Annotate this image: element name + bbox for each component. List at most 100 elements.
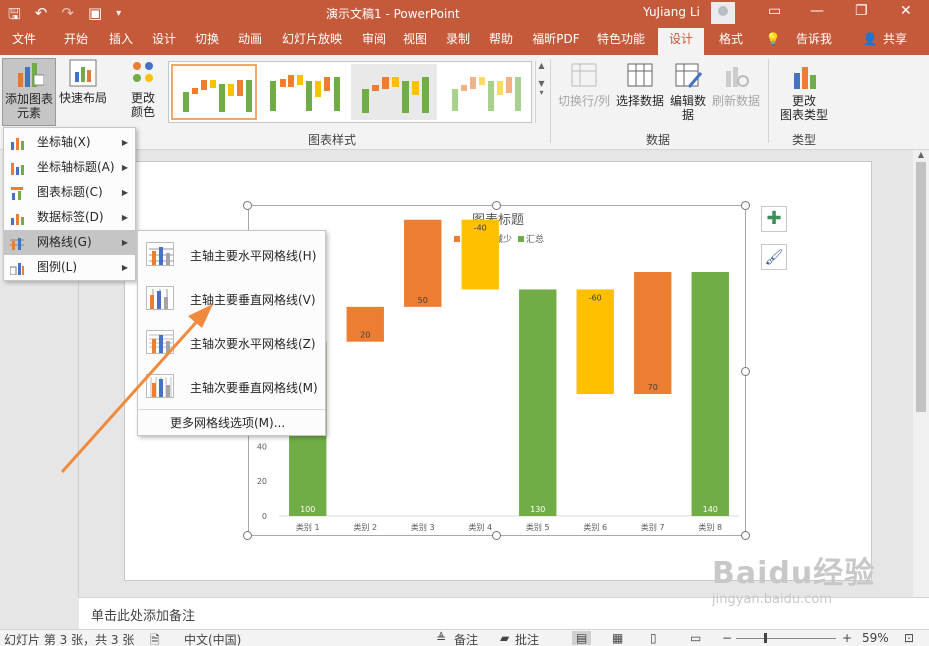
notes-toggle[interactable]: 备注 xyxy=(454,631,478,646)
primary-major-vertical-gridlines[interactable]: 主轴主要垂直网格线(V) xyxy=(138,276,325,320)
zoom-slider-thumb[interactable] xyxy=(764,633,767,643)
chart-styles-brush-icon[interactable]: 🖌 xyxy=(761,244,787,270)
status-bar: 幻灯片 第 3 张，共 3 张 🗎 中文(中国) ≜ 备注 ▰ 批注 ▤ ▦ ▯… xyxy=(0,629,929,646)
primary-minor-horizontal-gridlines[interactable]: 主轴次要水平网格线(Z) xyxy=(138,320,325,364)
fit-to-window-icon[interactable]: ⊡ xyxy=(904,631,914,645)
tab-design[interactable]: 设计 xyxy=(144,28,184,55)
resize-handle[interactable] xyxy=(741,367,750,376)
menu-item-axis-titles[interactable]: 坐标轴标题(A) ▶ xyxy=(4,155,135,180)
tab-animations[interactable]: 动画 xyxy=(230,28,270,55)
tab-slideshow[interactable]: 幻灯片放映 xyxy=(274,28,350,55)
chart-style-2[interactable] xyxy=(261,64,347,120)
lightbulb-icon[interactable]: 💡 xyxy=(765,28,781,55)
chart-styles-gallery xyxy=(168,61,532,123)
switch-row-column-button[interactable]: 切换行/列 xyxy=(556,61,612,121)
resize-handle[interactable] xyxy=(492,201,501,210)
undo-icon[interactable]: ↶ xyxy=(35,4,48,29)
menu-item-gridlines[interactable]: 网格线(G) ▶ xyxy=(4,230,135,255)
resize-handle[interactable] xyxy=(243,201,252,210)
submenu-item-label: 主轴主要水平网格线(H) xyxy=(190,249,317,263)
chart-elements-plus-icon[interactable]: ✚ xyxy=(761,206,787,232)
tab-chart-design[interactable]: 设计 xyxy=(658,28,704,55)
close-button[interactable]: ✕ xyxy=(900,3,912,19)
zoom-level[interactable]: 59% xyxy=(862,631,889,645)
change-colors-button[interactable]: 更改 颜色 xyxy=(120,58,166,126)
customize-icon[interactable]: ▾ xyxy=(116,4,121,29)
minimize-button[interactable]: — xyxy=(810,3,824,19)
more-gridline-options[interactable]: 更多网格线选项(M)... xyxy=(138,409,325,435)
scroll-up-icon[interactable]: ▲ xyxy=(913,150,929,159)
save-icon[interactable]: 🖫 xyxy=(8,4,21,29)
ribbon-display-icon[interactable]: ▭ xyxy=(768,3,781,19)
menu-item-chart-title[interactable]: 图表标题(C) ▶ xyxy=(4,180,135,205)
reading-view-icon[interactable]: ▯ xyxy=(650,631,657,645)
scroll-thumb[interactable] xyxy=(916,162,926,412)
vertical-scrollbar[interactable]: ▲ xyxy=(913,150,929,597)
waterfall-bar xyxy=(404,219,442,307)
tab-help[interactable]: 帮助 xyxy=(481,28,521,55)
data-label: 70 xyxy=(648,383,658,392)
vertical-gridlines-icon xyxy=(146,286,174,310)
change-chart-type-icon xyxy=(789,61,819,91)
quick-layout-icon xyxy=(68,58,98,88)
tab-insert[interactable]: 插入 xyxy=(101,28,141,55)
submenu-arrow-icon: ▶ xyxy=(121,138,128,147)
tell-me[interactable]: 告诉我 xyxy=(790,28,838,55)
menu-item-data-labels[interactable]: 数据标签(D) ▶ xyxy=(4,205,135,230)
primary-minor-vertical-gridlines[interactable]: 主轴次要垂直网格线(M) xyxy=(138,364,325,408)
zoom-slider[interactable] xyxy=(736,638,836,639)
normal-view-icon[interactable]: ▤ xyxy=(572,631,592,645)
avatar[interactable] xyxy=(711,2,735,24)
tab-foxit-pdf[interactable]: 福昕PDF xyxy=(526,28,586,55)
zoom-in-icon[interactable]: + xyxy=(842,631,852,645)
user-name[interactable]: YuJiang Li xyxy=(643,5,700,19)
select-data-label: 选择数据 xyxy=(615,94,664,108)
chart-style-4[interactable] xyxy=(441,64,527,120)
menu-item-label: 图表标题(C) xyxy=(37,185,103,199)
gridlines-submenu: 主轴主要水平网格线(H) 主轴主要垂直网格线(V) 主轴次要水平网格线(Z) 主… xyxy=(137,230,326,436)
redo-icon[interactable]: ↷ xyxy=(61,4,74,29)
resize-handle[interactable] xyxy=(243,531,252,540)
edit-data-button[interactable]: 编辑数 据 xyxy=(668,61,708,129)
tab-transitions[interactable]: 切换 xyxy=(187,28,227,55)
present-icon[interactable]: ▣ xyxy=(88,4,102,29)
notes-icon[interactable]: ≜ xyxy=(436,631,446,645)
tab-features[interactable]: 特色功能 xyxy=(592,28,650,55)
slide-sorter-icon[interactable]: ▦ xyxy=(612,631,623,645)
share-button[interactable]: 共享 xyxy=(878,28,912,55)
zoom-out-icon[interactable]: − xyxy=(722,631,732,645)
select-data-button[interactable]: 选择数据 xyxy=(614,61,666,121)
x-tick-label: 类别 2 xyxy=(353,522,377,532)
maximize-button[interactable]: ❐ xyxy=(855,3,868,19)
x-tick-label: 类别 8 xyxy=(698,522,722,532)
quick-layout-button[interactable]: 快速布局 xyxy=(58,58,108,126)
tab-review[interactable]: 审阅 xyxy=(354,28,394,55)
spellcheck-icon[interactable]: 🗎 xyxy=(150,631,160,646)
tab-record[interactable]: 录制 xyxy=(438,28,478,55)
watermark: Baidu经验 jingyan.baidu.com xyxy=(712,548,875,607)
menu-item-axes[interactable]: 坐标轴(X) ▶ xyxy=(4,130,135,155)
palette-icon xyxy=(128,58,158,88)
primary-major-horizontal-gridlines[interactable]: 主轴主要水平网格线(H) xyxy=(138,232,325,276)
slideshow-icon[interactable]: ▭ xyxy=(690,631,701,645)
language-indicator[interactable]: 中文(中国) xyxy=(184,631,241,646)
menu-item-legend[interactable]: 图例(L) ▶ xyxy=(4,255,135,280)
add-chart-element-button[interactable]: 添加图表 元素 xyxy=(2,58,56,126)
share-icon[interactable]: 👤 xyxy=(862,28,878,55)
resize-handle[interactable] xyxy=(741,201,750,210)
comments-toggle[interactable]: 批注 xyxy=(515,631,539,646)
chart-style-3[interactable] xyxy=(351,64,437,120)
tab-format[interactable]: 格式 xyxy=(708,28,754,55)
change-chart-type-button[interactable]: 更改 图表类型 xyxy=(776,61,832,129)
gallery-scroll[interactable]: ▲ ▼ ▾ xyxy=(535,61,547,123)
resize-handle[interactable] xyxy=(741,531,750,540)
refresh-data-button[interactable]: 刷新数据 xyxy=(710,61,762,121)
resize-handle[interactable] xyxy=(492,531,501,540)
switch-row-column-icon xyxy=(569,61,599,91)
edit-data-label: 编辑数 据 xyxy=(669,94,706,122)
comments-icon[interactable]: ▰ xyxy=(500,631,509,645)
tab-file[interactable]: 文件 xyxy=(4,28,44,55)
chart-style-1[interactable] xyxy=(171,64,257,120)
tab-home[interactable]: 开始 xyxy=(56,28,96,55)
tab-view[interactable]: 视图 xyxy=(395,28,435,55)
